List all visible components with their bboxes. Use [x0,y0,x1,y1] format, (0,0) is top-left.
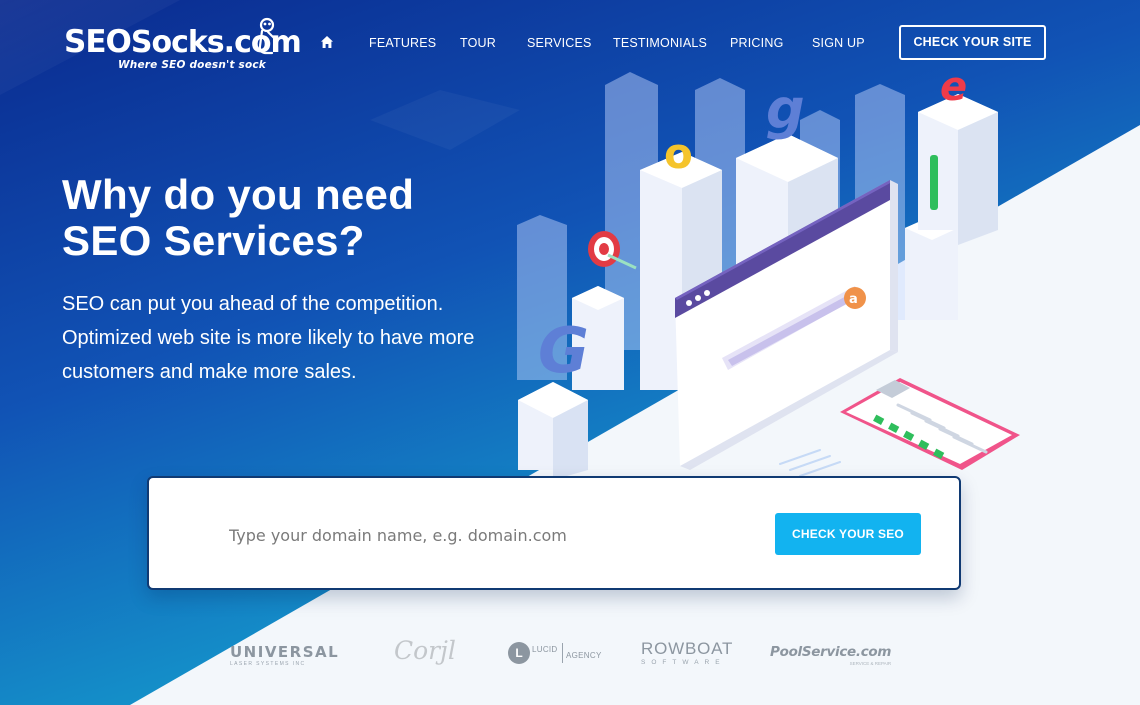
nav-item-tour[interactable]: TOUR [460,34,496,52]
nav-item-testimonials[interactable]: TESTIMONIALS [613,34,707,52]
hero-subtitle: SEO can put you ahead of the competition… [62,287,522,389]
hero-subtitle-line-3: customers and make more sales. [62,361,357,383]
domain-check-card: CHECK YOUR SEO [147,476,961,590]
letter-g: g [766,78,805,141]
client-logo-rowboat: ROWBOAT SOFTWARE [641,636,733,670]
pillar-5 [905,216,958,320]
client-lucid-divider [562,643,563,663]
page-title: Why do you need SEO Services? [62,172,522,264]
at-sign-icon: a [844,287,866,309]
client-rowboat-sub: SOFTWARE [641,659,726,666]
svg-text:a: a [849,292,858,307]
nav-item-features[interactable]: FEATURES [369,34,436,52]
letter-o: o [664,129,693,178]
client-logo-corjl: Corjl [394,636,456,665]
letter-l [930,155,938,210]
pillar-left [518,382,588,480]
check-your-site-button[interactable]: CHECK YOUR SITE [899,25,1046,60]
letter-e: e [940,64,967,110]
check-your-seo-button[interactable]: CHECK YOUR SEO [775,513,921,555]
page-title-line-1: Why do you need [62,171,415,218]
client-logo-poolservice: PoolService.com SERVICE & REPAIR [770,636,891,670]
domain-input[interactable] [229,518,749,552]
brand-tagline: Where SEO doesn't sock [118,59,266,71]
client-lucid-name: LUCID [532,645,558,654]
checklist-clipboard-icon [840,378,1020,470]
sock-mascot-icon [258,17,275,55]
brand-logo[interactable]: SEOSocks.com Where SEO doesn't sock [64,16,302,76]
page-title-line-2: SEO Services? [62,217,365,264]
nav-item-services[interactable]: SERVICES [527,34,592,52]
seo-illustration: G o g e a [517,64,1020,480]
client-lucid-sub: AGENCY [566,651,602,660]
hero-subtitle-line-1: SEO can put you ahead of the competition… [62,293,444,315]
hero-subtitle-line-2: Optimized web site is more likely to hav… [62,327,475,349]
letter-G: G [538,314,589,387]
client-logo-universal: UNIVERSAL LASER SYSTEMS INC [230,636,339,670]
client-lucid-mark: L [508,642,530,664]
client-universal-name: UNIVERSAL [230,643,340,661]
client-rowboat-name: ROWBOAT [641,639,734,658]
nav-item-pricing[interactable]: PRICING [730,34,784,52]
home-icon[interactable] [320,35,334,49]
client-universal-sub: LASER SYSTEMS INC [230,661,306,667]
client-poolservice-sub: SERVICE & REPAIR [849,661,892,666]
client-poolservice-name: PoolService.com [770,644,892,660]
nav-item-sign-up[interactable]: SIGN UP [812,34,865,52]
decorative-dashes [779,449,841,477]
